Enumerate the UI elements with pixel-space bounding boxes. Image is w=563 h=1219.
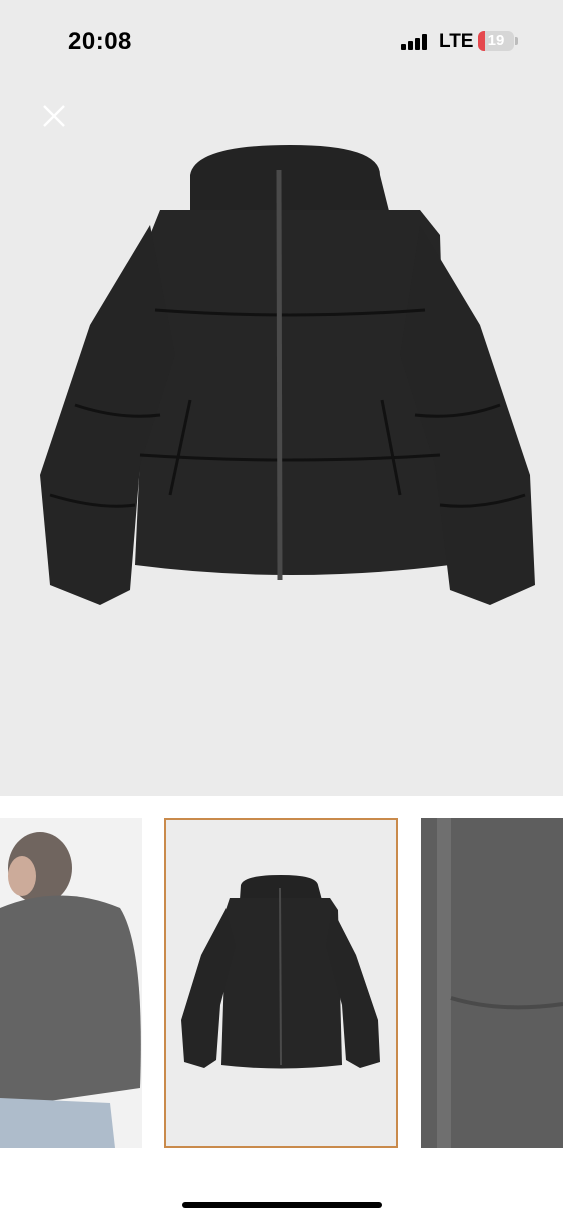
battery-cap [515, 37, 518, 45]
status-bar: 20:08 LTE 19 [0, 0, 563, 84]
status-time: 20:08 [68, 28, 132, 55]
jacket-image [40, 145, 535, 605]
model-image [0, 818, 142, 1148]
thumbnail-detail[interactable] [421, 818, 563, 1148]
product-image [166, 820, 396, 1146]
battery-level: 19 [487, 32, 505, 49]
close-icon[interactable] [38, 100, 70, 132]
signal-icon [401, 34, 429, 50]
thumbnail-product[interactable] [164, 818, 398, 1148]
thumbnail-model[interactable] [0, 818, 142, 1148]
network-label: LTE [439, 31, 474, 52]
home-indicator[interactable] [182, 1202, 382, 1208]
battery-icon: 19 [478, 31, 514, 51]
detail-image [421, 818, 563, 1148]
